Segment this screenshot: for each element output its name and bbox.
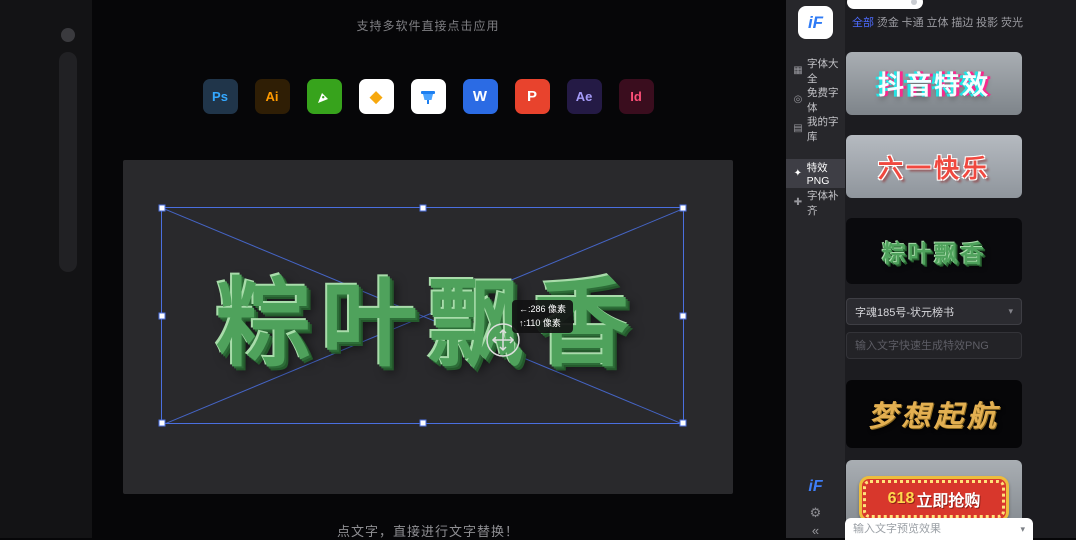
effect-card-text-suffix: 立即抢购 [916, 487, 980, 511]
app-logo: iF [798, 6, 833, 39]
effect-card-text: 六一快乐 [878, 149, 990, 185]
effect-card-dream[interactable]: 梦想起航 [846, 380, 1022, 448]
left-rail [0, 0, 92, 538]
measurement-vertical: ↑:110 像素 [519, 317, 566, 331]
resize-handle-top-right[interactable] [680, 205, 687, 212]
effect-card-june-first[interactable]: 六一快乐 [846, 135, 1022, 198]
resize-handle-bottom-left[interactable] [159, 420, 166, 427]
search-icon [911, 0, 917, 5]
library-icon: ▤ [793, 123, 803, 134]
pen-nib-icon [315, 88, 333, 106]
effect-card-text: 抖音特效 [878, 65, 990, 102]
sidebar-item-label: 特效PNG [807, 160, 845, 187]
sidebar-menu: ▦ 字体大全 ◎ 免费字体 ▤ 我的字库 ✦ 特效PNG ✚ 字体补齐 [786, 56, 845, 217]
generate-text-input[interactable] [846, 332, 1022, 359]
software-bar: Ps Ai ◆ W P Ae Id [123, 79, 733, 114]
effect-category-tabs: 全部 烫金 卡通 立体 描边 投影 荧光 [852, 14, 1023, 30]
gear-icon[interactable]: ⚙ [786, 505, 845, 521]
marquee-frame: 618 立即抢购 [859, 476, 1009, 522]
sidebar-item-my-fonts[interactable]: ▤ 我的字库 [786, 114, 845, 143]
selection-box[interactable]: 粽叶飘香 [161, 207, 684, 424]
top-hint: 支持多软件直接点击应用 [123, 17, 733, 34]
tab-cartoon[interactable]: 卡通 [902, 14, 924, 30]
diamond-icon: ◆ [369, 87, 382, 107]
wrench-icon: ✚ [793, 197, 803, 208]
sketch-icon[interactable]: ◆ [359, 79, 394, 114]
coreldraw-icon[interactable] [307, 79, 342, 114]
chevron-down-icon: ▾ [1008, 306, 1013, 317]
editor-canvas[interactable]: 粽叶飘香 ←:286 像素 ↑:110 像素 [123, 160, 733, 494]
magic-wand-icon: ✦ [793, 168, 803, 179]
measurement-horizontal: ←:286 像素 [519, 303, 566, 317]
tab-outline[interactable]: 描边 [951, 14, 973, 30]
illustrator-icon[interactable]: Ai [255, 79, 290, 114]
canvas-text-object[interactable]: 粽叶飘香 [162, 208, 683, 423]
effect-card-zongye[interactable]: 粽叶飘香 [846, 218, 1022, 284]
resize-handle-top-middle[interactable] [419, 205, 426, 212]
measurement-tooltip: ←:286 像素 ↑:110 像素 [512, 300, 573, 333]
effect-card-text-prefix: 618 [888, 490, 915, 508]
keynote-icon[interactable] [411, 79, 446, 114]
collapse-icon[interactable]: « [786, 523, 845, 538]
sidebar-item-effects-png[interactable]: ✦ 特效PNG [786, 159, 845, 188]
resize-handle-top-left[interactable] [159, 205, 166, 212]
sidebar-item-label: 字体补齐 [807, 188, 845, 218]
word-label: W [473, 88, 487, 105]
tab-all[interactable]: 全部 [852, 14, 874, 30]
effects-panel: 全部 烫金 卡通 立体 描边 投影 荧光 抖音特效 六一快乐 粽叶飘香 字魂18… [845, 0, 1076, 538]
app-sidebar: iF ▦ 字体大全 ◎ 免费字体 ▤ 我的字库 ✦ 特效PNG ✚ 字体补齐 i… [786, 0, 845, 538]
resize-handle-bottom-middle[interactable] [419, 420, 426, 427]
sidebar-item-label: 字体大全 [807, 56, 845, 86]
tab-gilding[interactable]: 烫金 [877, 14, 899, 30]
sidebar-item-font-completion[interactable]: ✚ 字体补齐 [786, 188, 845, 217]
illustrator-label: Ai [266, 89, 279, 104]
resize-handle-middle-left[interactable] [159, 312, 166, 319]
preview-text-input[interactable] [853, 523, 1020, 535]
app-root: { "colors": { "accent": "#4d6bfe", "effe… [0, 0, 1076, 538]
grid-icon: ▦ [793, 65, 803, 76]
after-effects-icon[interactable]: Ae [567, 79, 602, 114]
powerpoint-label: P [527, 88, 537, 105]
bottom-hint: 点文字，直接进行文字替换！ [123, 521, 733, 540]
effect-card-text: 梦想起航 [868, 393, 1000, 435]
indesign-label: Id [630, 89, 642, 104]
brand-button[interactable]: iF [786, 478, 845, 496]
sidebar-item-free-fonts[interactable]: ◎ 免费字体 [786, 85, 845, 114]
sidebar-item-font-collection[interactable]: ▦ 字体大全 [786, 56, 845, 85]
indesign-icon[interactable]: Id [619, 79, 654, 114]
font-select-dropdown[interactable]: 字魂185号-状元榜书 ▾ [846, 298, 1022, 325]
tab-neon[interactable]: 荧光 [1001, 14, 1023, 30]
chevron-down-icon: ▾ [1020, 524, 1025, 535]
photoshop-icon[interactable]: Ps [203, 79, 238, 114]
effect-card-text: 粽叶飘香 [882, 234, 986, 269]
word-icon[interactable]: W [463, 79, 498, 114]
search-box-partial[interactable] [847, 0, 923, 9]
tab-shadow[interactable]: 投影 [976, 14, 998, 30]
coin-icon: ◎ [793, 94, 803, 105]
powerpoint-icon[interactable]: P [515, 79, 550, 114]
app-logo-glyph: iF [808, 13, 823, 33]
font-select-value: 字魂185号-状元榜书 [855, 304, 954, 320]
photoshop-label: Ps [212, 89, 228, 104]
rail-knob[interactable] [61, 28, 75, 42]
preview-input-bar: ▾ [845, 518, 1033, 540]
rail-scrollbar[interactable] [59, 52, 77, 272]
resize-handle-middle-right[interactable] [680, 312, 687, 319]
sidebar-item-label: 免费字体 [807, 85, 845, 115]
after-effects-label: Ae [576, 89, 593, 104]
sidebar-item-label: 我的字库 [807, 114, 845, 144]
resize-handle-bottom-right[interactable] [680, 420, 687, 427]
tab-3d[interactable]: 立体 [926, 14, 948, 30]
effect-card-douyin[interactable]: 抖音特效 [846, 52, 1022, 115]
menu-divider [786, 143, 845, 159]
podium-icon [418, 87, 438, 107]
